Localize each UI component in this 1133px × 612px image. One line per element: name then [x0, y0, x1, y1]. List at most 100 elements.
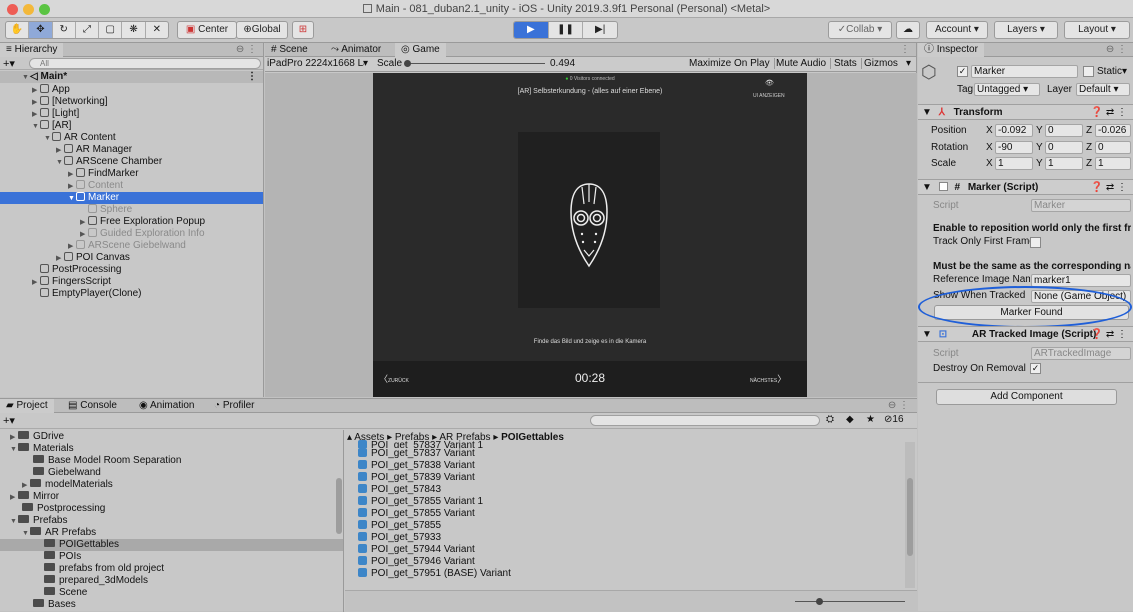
- destroy-on-removal-checkbox[interactable]: ✓: [1030, 363, 1041, 374]
- folder-modelmaterials[interactable]: ▶ modelMaterials: [22, 479, 113, 491]
- asset-item[interactable]: POI_get_57843: [358, 484, 441, 496]
- scene-menu-icon[interactable]: ⋮: [247, 71, 257, 83]
- eye-icon[interactable]: 👁: [765, 79, 774, 87]
- resolution-dropdown[interactable]: iPadPro 2224x1668 Landscape: [267, 58, 364, 69]
- folder-mirror[interactable]: ▶ Mirror: [10, 491, 59, 503]
- tree-item-light[interactable]: ▶ [Light]: [0, 108, 263, 120]
- folder-materials[interactable]: ▼ Materials: [10, 443, 74, 455]
- asset-item[interactable]: POI_get_57951 (BASE) Variant: [358, 568, 511, 580]
- account-dropdown[interactable]: Account ▾: [926, 21, 988, 39]
- component-help-icon[interactable]: ❓ ⇄ ⋮: [1091, 105, 1127, 120]
- collab-dropdown[interactable]: ✓Collab ▾: [828, 21, 892, 39]
- tree-item-content[interactable]: ▶ Content: [0, 180, 263, 192]
- layers-dropdown[interactable]: Layers ▾: [994, 21, 1058, 39]
- component-help-icon[interactable]: ❓ ⇄ ⋮: [1091, 180, 1127, 195]
- folder-base-model-room-separation[interactable]: Base Model Room Separation: [33, 455, 181, 467]
- step-button[interactable]: ▶|: [582, 22, 617, 38]
- static-label[interactable]: Static▾: [1097, 66, 1127, 77]
- tree-item-arscene-giebelwand[interactable]: ▶ ARScene Giebelwand: [0, 240, 263, 252]
- tree-item-ar-manager[interactable]: ▶ AR Manager: [0, 144, 263, 156]
- stats-toggle[interactable]: Stats: [834, 58, 862, 69]
- pause-button[interactable]: ❚❚: [547, 22, 583, 38]
- global-toggle[interactable]: ⊕Global: [236, 21, 288, 39]
- favorite-star-icon[interactable]: ★: [866, 414, 875, 425]
- rotation-x-field[interactable]: -90: [995, 141, 1033, 154]
- asset-item[interactable]: POI_get_57839 Variant: [358, 472, 475, 484]
- track-only-first-frame-checkbox[interactable]: [1030, 237, 1041, 248]
- tree-item-postprocessing[interactable]: PostProcessing: [0, 264, 263, 276]
- tab-game[interactable]: ◎ Game: [395, 43, 446, 57]
- folder-prefabs[interactable]: ▼ Prefabs: [10, 515, 67, 527]
- asset-item[interactable]: POI_get_57944 Variant: [358, 544, 475, 556]
- add-component-button[interactable]: Add Component: [936, 389, 1117, 405]
- folder-poigettables[interactable]: POIGettables: [0, 539, 343, 551]
- create-asset-dropdown[interactable]: +▾: [3, 414, 15, 427]
- next-button[interactable]: NÄCHSTES〉: [750, 372, 786, 385]
- tab-project[interactable]: ▰ Project: [0, 399, 54, 413]
- position-y-field[interactable]: 0: [1045, 124, 1083, 137]
- scale-slider-thumb[interactable]: [404, 60, 411, 67]
- position-x-field[interactable]: -0.092: [995, 124, 1033, 137]
- tab-animation[interactable]: ◉ Animation: [133, 399, 200, 413]
- ui-toggle-label[interactable]: UI ANZEIGEN: [753, 93, 785, 99]
- mute-audio-toggle[interactable]: Mute Audio: [776, 58, 832, 69]
- asset-item[interactable]: POI_get_57933: [358, 532, 441, 544]
- maximize-on-play-toggle[interactable]: Maximize On Play: [689, 58, 775, 69]
- project-search-input[interactable]: [590, 415, 820, 426]
- folder-prepared-3dmodels[interactable]: prepared_3dModels: [44, 575, 148, 587]
- tree-item-ar[interactable]: ▼ [AR]: [0, 120, 263, 132]
- tree-item-networking[interactable]: ▶ [Networking]: [0, 96, 263, 108]
- custom-tool-icon[interactable]: ✕: [146, 22, 168, 38]
- tab-hierarchy[interactable]: ≡ Hierarchy: [0, 43, 64, 57]
- tree-item-free-exploration-popup[interactable]: ▶ Free Exploration Popup: [0, 216, 263, 228]
- component-enabled-checkbox[interactable]: [938, 182, 948, 191]
- asset-item[interactable]: POI_get_57855: [358, 520, 441, 532]
- ar-tracked-image-header[interactable]: ▼ ⊡ AR Tracked Image (Script) ❓ ⇄ ⋮: [918, 326, 1133, 342]
- tree-item-guided-exploration-info[interactable]: ▶ Guided Exploration Info: [0, 228, 263, 240]
- scale-z-field[interactable]: 1: [1095, 157, 1131, 170]
- layer-dropdown[interactable]: Default ▾: [1076, 83, 1130, 96]
- tree-item-emptyplayer[interactable]: EmptyPlayer(Clone): [0, 288, 263, 300]
- hidden-packages-icon[interactable]: ⊘16: [884, 414, 904, 425]
- scale-x-field[interactable]: 1: [995, 157, 1033, 170]
- scene-root-row[interactable]: ▼◁ Main* ⋮: [0, 71, 263, 83]
- tree-item-findmarker[interactable]: ▶ FindMarker: [0, 168, 263, 180]
- move-tool-icon[interactable]: ✥: [29, 22, 53, 38]
- inspector-lock-icon[interactable]: ⊖ ⋮: [1106, 43, 1127, 56]
- snap-button[interactable]: ⊞: [292, 21, 314, 39]
- folder-ar-prefabs[interactable]: ▼ AR Prefabs: [22, 527, 96, 539]
- filter-type-icon[interactable]: ⛭: [826, 414, 834, 425]
- asset-scrollbar-thumb[interactable]: [907, 478, 913, 556]
- position-z-field[interactable]: -0.026: [1095, 124, 1131, 137]
- rotate-tool-icon[interactable]: ↻: [53, 22, 76, 38]
- asset-item[interactable]: POI_get_57837 Variant 1: [358, 440, 483, 448]
- folder-scene[interactable]: Scene: [44, 587, 87, 599]
- tree-item-poi-canvas[interactable]: ▶ POI Canvas: [0, 252, 263, 264]
- panel-menu-icon[interactable]: ⋮: [900, 43, 910, 56]
- rect-tool-icon[interactable]: ▢: [99, 22, 123, 38]
- asset-item[interactable]: POI_get_57837 Variant: [358, 448, 475, 460]
- create-dropdown[interactable]: +▾: [3, 57, 15, 70]
- component-help-icon[interactable]: ❓ ⇄ ⋮: [1091, 327, 1127, 342]
- transform-tool-icon[interactable]: ❋: [122, 22, 146, 38]
- tag-dropdown[interactable]: Untagged ▾: [974, 83, 1040, 96]
- object-name-field[interactable]: Marker: [971, 65, 1078, 78]
- asset-item[interactable]: POI_get_57838 Variant: [358, 460, 475, 472]
- tree-scrollbar[interactable]: [336, 478, 342, 534]
- tab-scene[interactable]: # Scene: [265, 43, 314, 57]
- tree-item-sphere[interactable]: Sphere: [0, 204, 263, 216]
- transform-header[interactable]: ▼ ⅄ Transform ❓ ⇄ ⋮: [918, 104, 1133, 120]
- hierarchy-search-input[interactable]: [29, 58, 261, 69]
- tree-item-ar-content[interactable]: ▼ AR Content: [0, 132, 263, 144]
- asset-item[interactable]: POI_get_57855 Variant 1: [358, 496, 483, 508]
- tab-animator[interactable]: ⤳ Animator: [325, 43, 387, 57]
- play-button[interactable]: ▶: [514, 22, 548, 38]
- folder-postprocessing[interactable]: Postprocessing: [22, 503, 105, 515]
- filter-label-icon[interactable]: ◆: [846, 414, 854, 425]
- hand-tool-icon[interactable]: ✋: [6, 22, 30, 38]
- project-lock-icon[interactable]: ⊖ ⋮: [888, 399, 909, 412]
- folder-gdrive[interactable]: ▶ GDrive: [10, 431, 64, 443]
- gizmos-dropdown[interactable]: Gizmos: [864, 58, 898, 69]
- marker-script-header[interactable]: ▼ # Marker (Script) ❓ ⇄ ⋮: [918, 179, 1133, 195]
- folder-bases[interactable]: Bases: [33, 599, 76, 611]
